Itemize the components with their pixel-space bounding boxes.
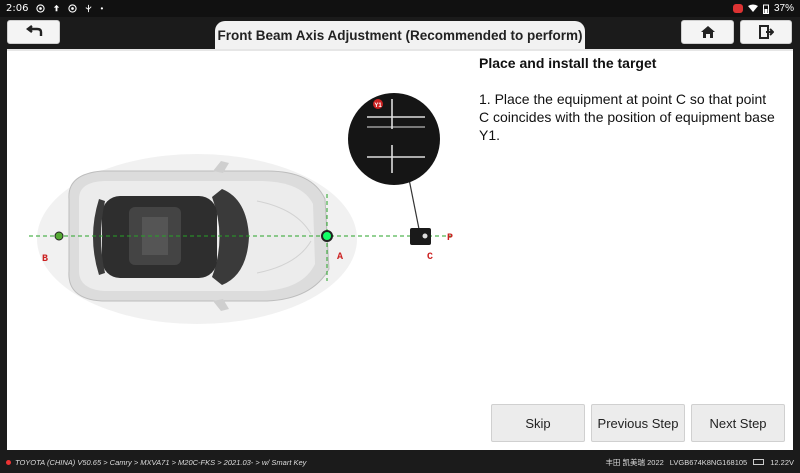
equipment-lens xyxy=(422,233,428,239)
back-button[interactable] xyxy=(7,20,60,44)
vehicle-name: 丰田 凯美瑞 2022 xyxy=(605,457,664,467)
record-icon xyxy=(732,4,743,13)
instruction-title: Place and install the target xyxy=(479,55,657,71)
target-icon-2 xyxy=(68,4,78,13)
car-battery-icon xyxy=(753,459,765,465)
skip-button[interactable]: Skip xyxy=(491,404,585,442)
status-right: 37% xyxy=(732,3,794,14)
notification-dot: • xyxy=(100,4,104,13)
battery-percent: 37% xyxy=(773,3,794,14)
page-title: Front Beam Axis Adjustment (Recommended … xyxy=(215,21,585,49)
exit-icon xyxy=(759,25,774,39)
battery-icon xyxy=(762,4,769,14)
label-b: B xyxy=(42,254,48,265)
marker-y1: Y1 xyxy=(374,103,382,109)
main-panel: Y1 B A C P Place and install the target … xyxy=(7,49,793,450)
label-p: P xyxy=(447,233,453,244)
status-bar: 2:06 • 37% xyxy=(0,0,800,17)
zoom-magnifier: Y1 xyxy=(348,93,440,185)
breadcrumb: TOYOTA (CHINA) V50.65 > Camry > MXVA71 >… xyxy=(15,457,307,467)
vehicle-info: 丰田 凯美瑞 2022 LVGB674K8NG168105 12.22V xyxy=(605,457,794,468)
top-bar: Front Beam Axis Adjustment (Recommended … xyxy=(0,17,800,49)
point-b-marker xyxy=(54,231,64,241)
status-time: 2:06 xyxy=(6,3,29,14)
next-step-button[interactable]: Next Step xyxy=(691,404,785,442)
equipment-base xyxy=(410,228,431,245)
exit-button[interactable] xyxy=(740,20,792,44)
home-button[interactable] xyxy=(681,20,734,44)
battery-voltage: 12.22V xyxy=(770,457,794,467)
instruction-text: 1. Place the equipment at point C so tha… xyxy=(479,91,775,143)
target-icon xyxy=(36,4,46,13)
upload-icon xyxy=(54,4,60,12)
status-dot-icon xyxy=(6,459,11,465)
back-arrow-icon xyxy=(25,25,42,36)
point-a-marker xyxy=(321,230,333,242)
vin-number: LVGB674K8NG168105 xyxy=(669,457,748,467)
label-c: C xyxy=(427,252,433,263)
home-icon xyxy=(700,26,715,38)
label-a: A xyxy=(337,252,343,263)
footer-bar: TOYOTA (CHINA) V50.65 > Camry > MXVA71 >… xyxy=(0,451,800,473)
alignment-diagram: Y1 B A C P xyxy=(29,93,453,324)
wifi-icon xyxy=(747,4,758,12)
previous-step-button[interactable]: Previous Step xyxy=(591,404,685,442)
usb-icon xyxy=(86,4,92,13)
